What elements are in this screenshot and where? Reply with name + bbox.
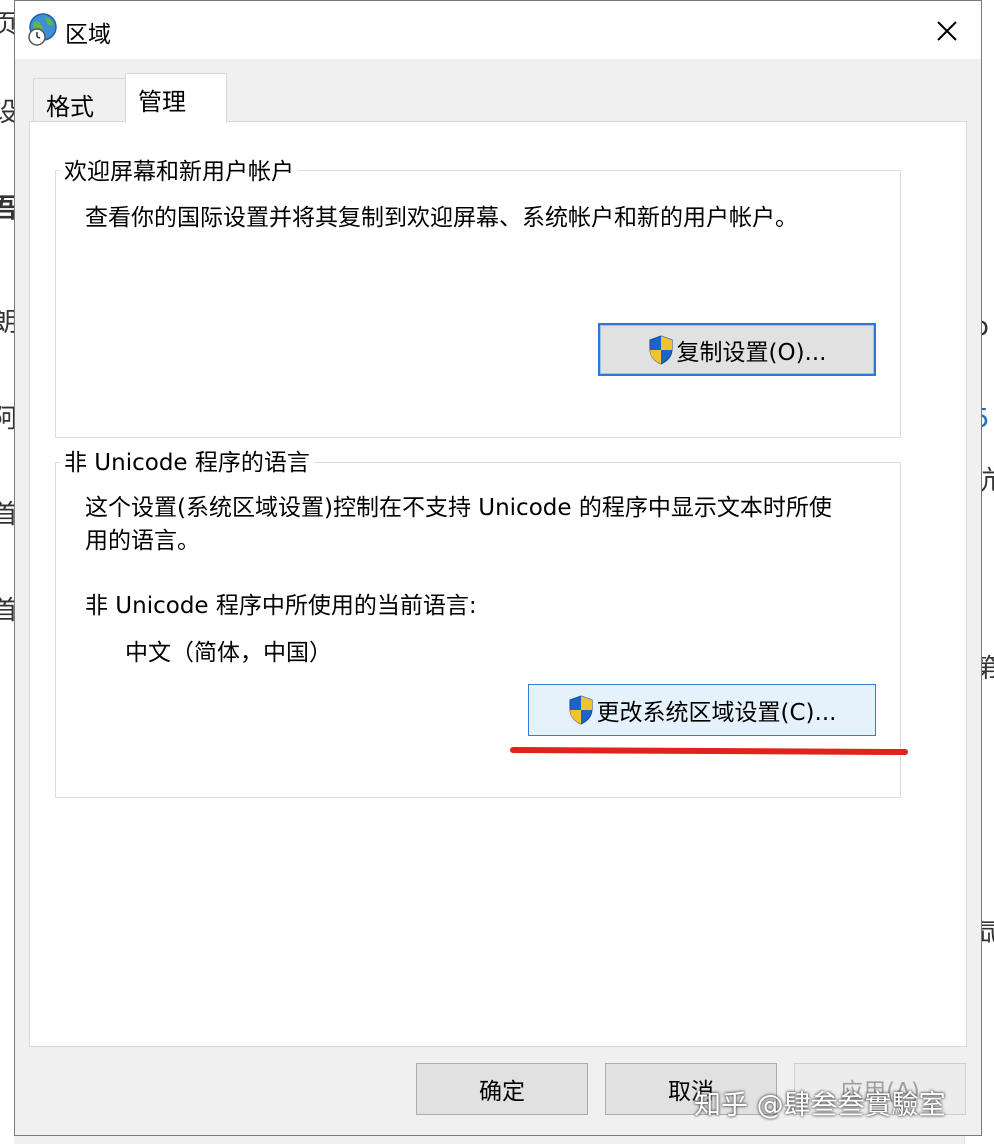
uac-shield-icon: [569, 695, 593, 725]
globe-clock-icon: [28, 13, 57, 46]
background-window-left: 页 设 吾 朗 阿 首 首: [0, 0, 18, 1144]
copy-settings-label: 复制设置(O)...: [676, 339, 827, 366]
close-icon: [937, 21, 957, 41]
title-bar[interactable]: 区域: [15, 1, 981, 59]
uac-shield-icon: [649, 334, 672, 365]
region-dialog: 区域 格式 管理 欢迎屏幕和新用户帐户 查看你的国际设置并将其复制到欢迎屏幕、系…: [14, 0, 982, 1136]
welcome-description: 查看你的国际设置并将其复制到欢迎屏幕、系统帐户和新的用户帐户。: [85, 205, 798, 231]
welcome-group-title: 欢迎屏幕和新用户帐户: [60, 158, 298, 186]
current-language-value: 中文（简体，中国）: [125, 640, 332, 666]
copy-settings-button[interactable]: 复制设置(O)...: [598, 323, 876, 376]
close-button[interactable]: [927, 11, 967, 51]
tab-manage[interactable]: 管理: [125, 73, 227, 123]
dialog-title: 区域: [65, 22, 111, 48]
change-system-locale-button[interactable]: 更改系统区域设置(C)...: [528, 684, 876, 736]
non-unicode-description-line1: 这个设置(系统区域设置)控制在不支持 Unicode 的程序中显示文本时所使: [85, 495, 832, 521]
current-language-label: 非 Unicode 程序中所使用的当前语言:: [85, 593, 477, 619]
change-system-locale-label: 更改系统区域设置(C)...: [596, 700, 837, 726]
non-unicode-description-line2: 用的语言。: [85, 528, 200, 554]
tab-format[interactable]: 格式: [33, 78, 127, 123]
manage-tab-panel: 欢迎屏幕和新用户帐户 查看你的国际设置并将其复制到欢迎屏幕、系统帐户和新的用户帐…: [29, 121, 967, 1047]
ok-button[interactable]: 确定: [416, 1063, 588, 1115]
non-unicode-group-title: 非 Unicode 程序的语言: [60, 449, 314, 477]
watermark: 知乎 @肆叁叁實驗室: [694, 1090, 946, 1121]
